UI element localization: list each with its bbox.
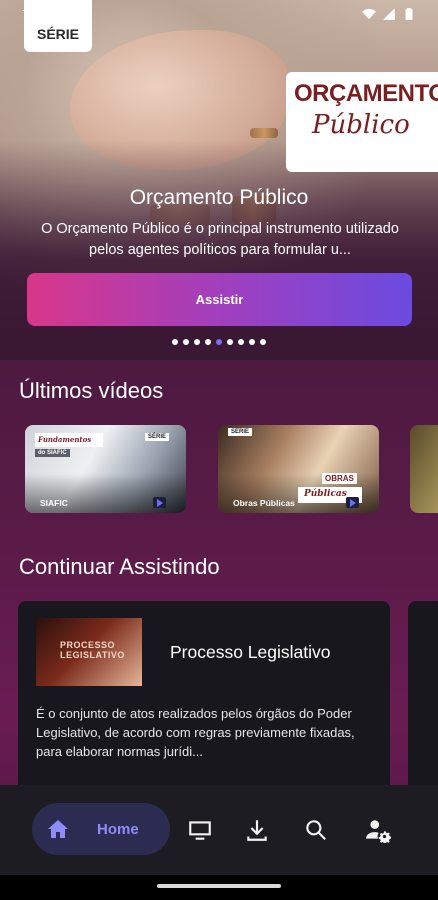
- signal-icon: [383, 8, 395, 20]
- video-card-obras-publicas[interactable]: SÉRIE OBRAS Públicas Obras Públicas: [218, 425, 379, 513]
- app-screen: SÉRIE ORÇAMENTO Público Orçamento Públic…: [0, 0, 438, 900]
- continue-watching-title: Continuar Assistindo: [19, 554, 220, 579]
- play-icon: [346, 497, 359, 508]
- hero-description: O Orçamento Público é o principal instru…: [41, 221, 399, 258]
- continue-thumbnail: PROCESSO LEGISLATIVO: [36, 618, 142, 686]
- video-card-siafic[interactable]: Fundamentos do SIAFIC SÉRIE SIAFIC: [25, 425, 186, 513]
- promo-title-card: ORÇAMENTO Público: [286, 72, 438, 172]
- home-indicator[interactable]: [157, 884, 281, 888]
- promo-title: ORÇAMENTO: [294, 80, 438, 107]
- bottom-navigation: Home: [0, 785, 438, 875]
- carousel-dots[interactable]: [0, 339, 438, 345]
- carousel-dot[interactable]: [249, 339, 255, 345]
- carousel-dot[interactable]: [227, 339, 233, 345]
- hero-banner[interactable]: SÉRIE ORÇAMENTO Público Orçamento Públic…: [0, 0, 438, 360]
- status-time: 7:56: [22, 6, 48, 22]
- wifi-icon: [362, 9, 376, 20]
- nav-tv[interactable]: [187, 817, 213, 843]
- continue-card-peek[interactable]: [408, 601, 438, 801]
- account-settings-icon: [366, 820, 391, 843]
- video-label: Obras Públicas: [233, 498, 295, 508]
- continue-description: É o conjunto de atos realizados pelos ór…: [36, 706, 355, 759]
- video-label: SIAFIC: [40, 498, 68, 508]
- carousel-dot[interactable]: [205, 339, 211, 345]
- thumb-tag: SÉRIE: [228, 428, 253, 436]
- promo-subtitle: Público: [312, 110, 410, 140]
- nav-search[interactable]: [303, 817, 329, 843]
- continue-watching-card[interactable]: PROCESSO LEGISLATIVO Processo Legislativ…: [18, 601, 390, 801]
- continue-title: Processo Legislativo: [170, 642, 331, 662]
- thumb-tag: OBRAS: [322, 473, 357, 484]
- carousel-dot[interactable]: [260, 339, 266, 345]
- nav-home-label: Home: [97, 820, 139, 838]
- latest-videos-title: Últimos vídeos: [19, 378, 164, 403]
- nav-account-settings[interactable]: [365, 817, 391, 843]
- nav-home[interactable]: Home: [32, 803, 170, 855]
- download-icon: [247, 820, 267, 841]
- thumb-tag: SÉRIE: [145, 433, 170, 441]
- search-icon: [306, 820, 326, 840]
- carousel-dot[interactable]: [216, 339, 222, 345]
- thumb-tag: do SIAFIC: [35, 449, 70, 457]
- carousel-dot[interactable]: [194, 339, 200, 345]
- video-card-peek[interactable]: [410, 425, 438, 513]
- watch-button[interactable]: Assistir: [27, 273, 412, 326]
- thumb-tag: Fundamentos: [35, 433, 103, 447]
- continue-thumb-text: PROCESSO LEGISLATIVO: [60, 640, 125, 660]
- tv-icon: [189, 821, 211, 840]
- nav-downloads[interactable]: [244, 817, 270, 843]
- carousel-dot[interactable]: [183, 339, 189, 345]
- status-bar: 7:56: [0, 0, 438, 28]
- battery-icon: [405, 8, 413, 20]
- carousel-dot[interactable]: [238, 339, 244, 345]
- carousel-dot[interactable]: [172, 339, 178, 345]
- play-icon: [153, 497, 166, 508]
- home-icon: [48, 820, 68, 838]
- hero-title: Orçamento Público: [129, 186, 309, 209]
